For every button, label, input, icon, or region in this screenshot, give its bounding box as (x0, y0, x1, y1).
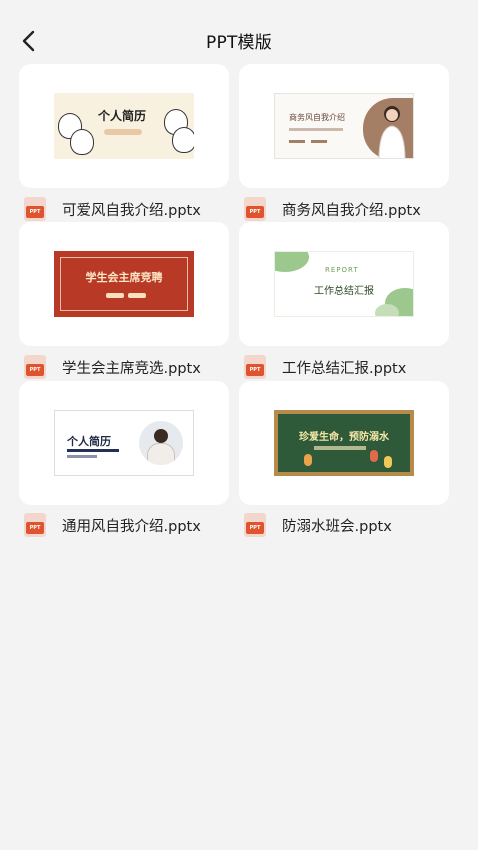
thumbnail-title: 珍爱生命，预防溺水 (299, 432, 389, 443)
person-photo-icon (378, 106, 406, 158)
template-file-name-row[interactable]: PPT 工作总结汇报.pptx (244, 354, 464, 380)
pptx-file-icon: PPT (24, 355, 46, 379)
file-name-label: 工作总结汇报.pptx (282, 360, 407, 377)
template-file-name-row[interactable]: PPT 商务风自我介绍.pptx (244, 196, 464, 222)
pptx-file-icon: PPT (244, 197, 266, 221)
file-name-label: 可爱风自我介绍.pptx (62, 202, 201, 219)
thumbnail-title: 商务风自我介绍 (289, 113, 345, 122)
template-thumbnail: REPORT 工作总结汇报 (274, 251, 414, 317)
template-thumbnail: 个人简历 (54, 93, 194, 159)
template-file-name-row[interactable]: PPT 可爱风自我介绍.pptx (24, 196, 244, 222)
file-name-label: 防溺水班会.pptx (282, 518, 392, 535)
pptx-file-icon: PPT (24, 513, 46, 537)
template-thumbnail: 学生会主席竞聘 (54, 251, 194, 317)
template-file-name-row[interactable]: PPT 学生会主席竞选.pptx (24, 354, 244, 380)
file-name-label: 商务风自我介绍.pptx (282, 202, 421, 219)
pptx-file-icon: PPT (244, 513, 266, 537)
template-file-name-row[interactable]: PPT 通用风自我介绍.pptx (24, 512, 244, 538)
template-thumbnail: 商务风自我介绍 (274, 93, 414, 159)
template-file-name-row[interactable]: PPT 防溺水班会.pptx (244, 512, 464, 538)
template-card-2[interactable]: 商务风自我介绍 (239, 64, 449, 188)
file-name-label: 学生会主席竞选.pptx (62, 360, 201, 377)
template-card-3[interactable]: 学生会主席竞聘 (19, 222, 229, 346)
template-card-4[interactable]: REPORT 工作总结汇报 (239, 222, 449, 346)
thumbnail-title: 学生会主席竞聘 (85, 271, 163, 284)
person-photo-icon (139, 421, 183, 465)
page-title: PPT模版 (206, 33, 272, 53)
template-card-5[interactable]: 个人简历 (19, 381, 229, 505)
thumbnail-title: 工作总结汇报 (314, 286, 374, 297)
thumbnail-title: 个人简历 (67, 435, 111, 448)
template-card-6[interactable]: 珍爱生命，预防溺水 (239, 381, 449, 505)
pptx-file-icon: PPT (24, 197, 46, 221)
file-name-label: 通用风自我介绍.pptx (62, 518, 201, 535)
pptx-file-icon: PPT (244, 355, 266, 379)
template-card-1[interactable]: 个人简历 (19, 64, 229, 188)
top-bar: PPT模版 (0, 0, 478, 70)
template-thumbnail: 珍爱生命，预防溺水 (274, 410, 414, 476)
thumbnail-title: 个人简历 (98, 109, 147, 123)
thumbnail-kicker: REPORT (325, 266, 359, 274)
template-thumbnail: 个人简历 (54, 410, 194, 476)
